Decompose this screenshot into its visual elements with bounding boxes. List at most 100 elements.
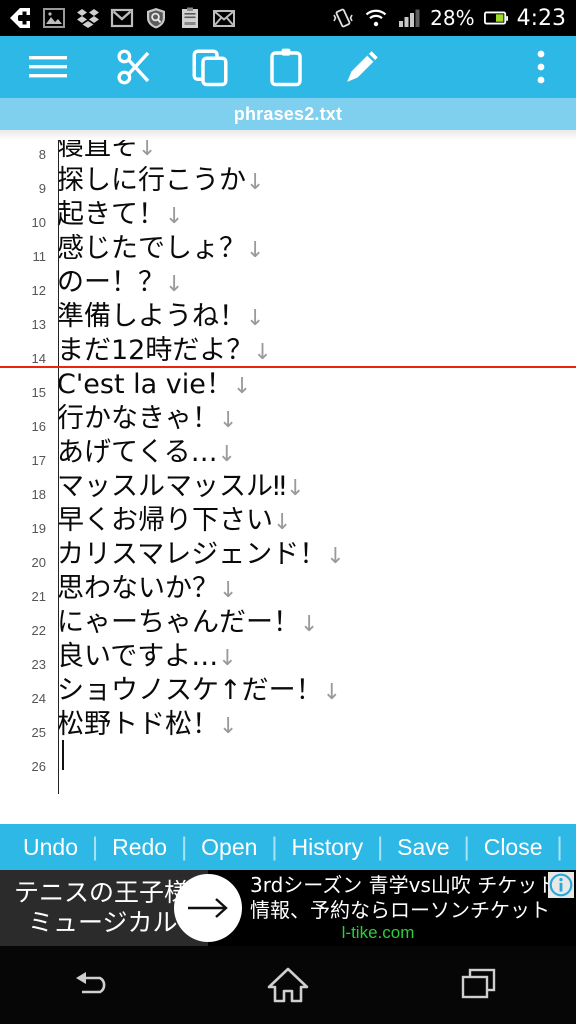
hamburger-menu-button[interactable] — [0, 36, 96, 98]
line-text-content: 思わないか？ — [57, 573, 219, 604]
nav-back-button[interactable] — [36, 946, 156, 1024]
line-text[interactable]: マッスルマッスル‼↓ — [52, 472, 305, 504]
copy-button[interactable] — [172, 36, 248, 98]
ad-url-label: l-tike.com — [341, 923, 415, 942]
editor-line[interactable]: 13 準備しようね！↓ — [0, 300, 576, 334]
line-text[interactable]: 探しに行こうか↓ — [52, 166, 264, 198]
line-number: 10 — [31, 215, 46, 230]
adchoices-info-icon[interactable] — [548, 872, 574, 898]
line-text-content: 松野トド松！ — [57, 709, 219, 740]
editor-line[interactable]: 23 良いですよ…↓ — [0, 640, 576, 674]
ad-brand-line2: ミュージカル — [28, 908, 178, 937]
action-button-history[interactable]: History — [279, 834, 377, 861]
edit-button[interactable] — [324, 36, 400, 98]
editor-line[interactable]: 26 — [0, 740, 576, 776]
editor-line[interactable]: 15 C'est la vie！↓ — [0, 368, 576, 402]
line-text-content: 早くお帰り下さい — [57, 505, 273, 536]
line-number: 11 — [32, 249, 47, 264]
nav-recents-button[interactable] — [420, 946, 540, 1024]
action-button-close[interactable]: Close — [471, 834, 556, 861]
editor-line[interactable]: 16 行かなきゃ！↓ — [0, 402, 576, 436]
paste-button[interactable] — [248, 36, 324, 98]
status-bar-notification-icons — [0, 6, 331, 30]
line-text-content: カリスマレジェンド！ — [57, 539, 327, 570]
signal-bars-icon — [399, 9, 420, 27]
line-text-content: 起きて！ — [57, 199, 165, 230]
ad-banner[interactable]: テニスの王子様 ミュージカル 3rdシーズン 青学vs山吹 チケット 情報、予約… — [0, 870, 576, 946]
cut-button[interactable] — [96, 36, 172, 98]
action-separator: | — [462, 833, 471, 861]
line-text[interactable]: にゃーちゃんだー！↓ — [52, 608, 318, 640]
line-text[interactable]: ショウノスケ↑だー！↓ — [52, 676, 341, 708]
line-text-content: ショウノスケ↑だー！ — [57, 675, 323, 706]
line-text-content: マッスルマッスル‼ — [57, 471, 287, 502]
line-number: 18 — [31, 487, 46, 502]
status-bar: 28% 4:23 — [0, 0, 576, 36]
action-separator: | — [270, 833, 279, 861]
back-plus-icon — [10, 8, 31, 28]
line-number: 14 — [31, 351, 46, 366]
status-bar-system-icons: 28% 4:23 — [331, 6, 576, 31]
line-number: 23 — [31, 657, 46, 672]
overflow-menu-button[interactable] — [506, 36, 576, 98]
eol-marker: ↓ — [219, 408, 238, 433]
editor-line[interactable]: 17 あげてくる…↓ — [0, 436, 576, 470]
action-button-save[interactable]: Save — [384, 834, 462, 861]
clipboard-paste-icon — [270, 48, 302, 87]
gutter-divider — [58, 130, 59, 794]
action-button-undo[interactable]: Undo — [10, 834, 91, 861]
line-text[interactable]: 感じたでしょ？↓ — [52, 234, 264, 266]
editor-line[interactable]: 10 起きて！↓ — [0, 198, 576, 232]
ad-brand-line1: テニスの王子様 — [14, 878, 190, 907]
clock-label: 4:23 — [516, 5, 566, 31]
editor-line[interactable]: 24 ショウノスケ↑だー！↓ — [0, 674, 576, 708]
eol-marker: ↓ — [326, 544, 345, 569]
line-number: 9 — [38, 181, 46, 196]
line-text[interactable]: まだ12時だよ？↓ — [52, 336, 272, 368]
ad-copy-line1: 3rdシーズン 青学vs山吹 チケット — [250, 873, 558, 897]
editor-line[interactable]: 25 松野トド松！↓ — [0, 708, 576, 742]
line-text[interactable]: 早くお帰り下さい↓ — [52, 506, 291, 538]
editor-line[interactable]: 11 感じたでしょ？↓ — [0, 232, 576, 266]
line-text[interactable]: 起きて！↓ — [52, 200, 183, 232]
line-text[interactable]: カリスマレジェンド！↓ — [52, 540, 345, 572]
line-number: 17 — [31, 453, 46, 468]
editor-line[interactable]: 9 探しに行こうか↓ — [0, 164, 576, 198]
line-text-content: あげてくる… — [57, 437, 218, 468]
eol-marker: ↓ — [218, 646, 237, 671]
line-text[interactable]: 行かなきゃ！↓ — [52, 404, 237, 436]
line-number: 26 — [31, 759, 46, 774]
line-text-content: C'est la vie！ — [57, 369, 233, 400]
line-text[interactable]: あげてくる…↓ — [52, 438, 236, 470]
editor-line[interactable]: 22 にゃーちゃんだー！↓ — [0, 606, 576, 640]
line-text-content: 行かなきゃ！ — [57, 403, 219, 434]
battery-percent-label: 28% — [430, 6, 475, 30]
editor-line[interactable]: 18 マッスルマッスル‼↓ — [0, 470, 576, 504]
eol-marker: ↓ — [286, 476, 305, 501]
editor-lines[interactable]: 8 寝直そ↓ 9 探しに行こうか↓ 10 起きて！↓ 11 感じたでしょ？↓ 12 のー！？↓ 13… — [0, 130, 576, 776]
clipboard-icon — [182, 7, 198, 28]
line-text-content: にゃーちゃんだー！ — [57, 607, 300, 638]
line-text[interactable]: 準備しようね！↓ — [52, 302, 264, 334]
copy-icon — [192, 49, 228, 87]
text-editor-area[interactable]: 8 寝直そ↓ 9 探しに行こうか↓ 10 起きて！↓ 11 感じたでしょ？↓ 12 のー！？↓ 13… — [0, 130, 576, 824]
action-button-open[interactable]: Open — [188, 834, 270, 861]
editor-line[interactable]: 12 のー！？↓ — [0, 266, 576, 300]
editor-line[interactable]: 14 まだ12時だよ？↓ — [0, 334, 576, 368]
line-text[interactable]: 松野トド松！↓ — [52, 710, 237, 742]
line-text[interactable]: C'est la vie！↓ — [52, 370, 251, 402]
action-button-redo[interactable]: Redo — [99, 834, 180, 861]
editor-line[interactable]: 21 思わないか？↓ — [0, 572, 576, 606]
editor-line[interactable]: 20 カリスマレジェンド！↓ — [0, 538, 576, 572]
line-number: 19 — [31, 521, 46, 536]
eol-marker: ↓ — [165, 204, 184, 229]
action-separator: | — [555, 833, 564, 861]
nav-home-button[interactable] — [228, 946, 348, 1024]
home-icon — [267, 967, 309, 1003]
ad-cta-button[interactable] — [174, 874, 242, 942]
editor-line[interactable]: 19 早くお帰り下さい↓ — [0, 504, 576, 538]
line-text[interactable]: のー！？↓ — [52, 268, 183, 300]
editor-action-bar: Undo | Redo | Open | History | Save | Close | — [0, 824, 576, 870]
line-text[interactable]: 思わないか？↓ — [52, 574, 237, 606]
line-text[interactable]: 良いですよ…↓ — [52, 642, 237, 674]
